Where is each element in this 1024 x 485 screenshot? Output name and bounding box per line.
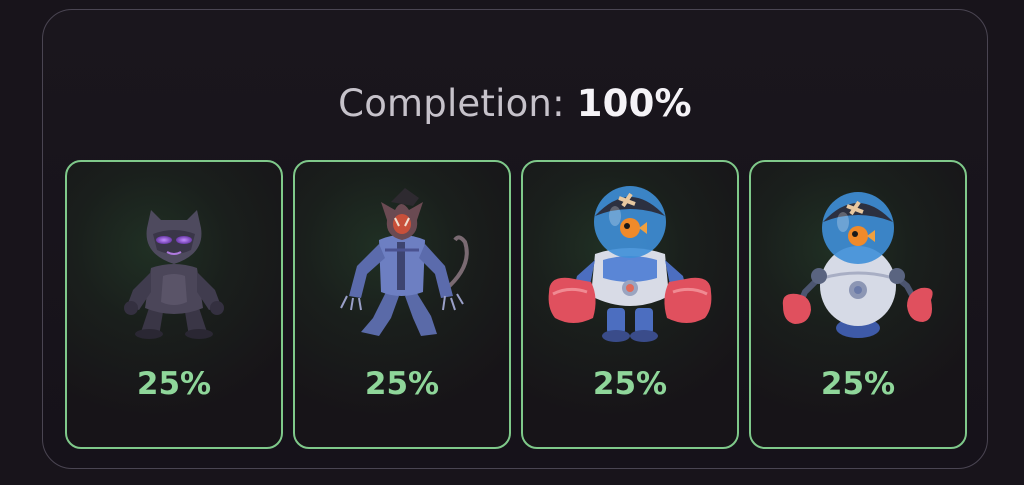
- round-boxer-robot-fishbowl-icon: [782, 192, 933, 338]
- completion-label: Completion:: [338, 82, 565, 125]
- card-2-percent: 25%: [364, 366, 440, 402]
- werewolf-robot-icon: [340, 188, 469, 336]
- completion-title: Completion: 100%: [43, 82, 987, 126]
- card-1-percent: 25%: [136, 366, 212, 402]
- character-card-2[interactable]: 25%: [293, 160, 511, 449]
- character-card-1[interactable]: 25%: [65, 160, 283, 449]
- completion-value: 100%: [576, 82, 692, 125]
- card-3-percent: 25%: [592, 366, 668, 402]
- character-card-3[interactable]: 25%: [521, 160, 739, 449]
- card-4-percent: 25%: [820, 366, 896, 402]
- boxer-robot-fishbowl-icon: [548, 186, 712, 342]
- character-card-4[interactable]: 25%: [749, 160, 967, 449]
- black-panther-robot-icon: [124, 210, 224, 339]
